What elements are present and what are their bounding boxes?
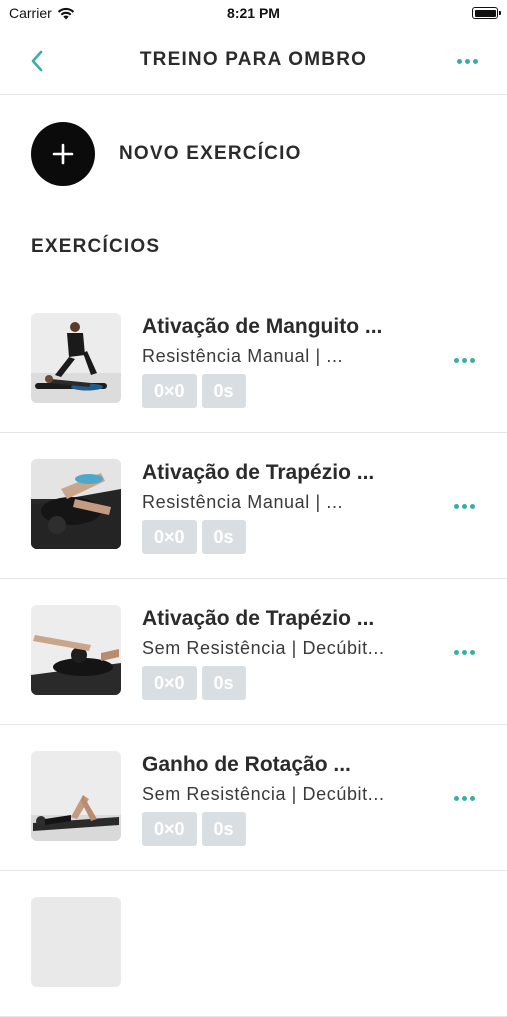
page-title: TREINO PARA OMBRO	[139, 49, 368, 70]
more-options-button[interactable]	[449, 48, 485, 74]
time-badge: 0s	[201, 374, 246, 408]
more-dots-icon	[453, 649, 459, 655]
exercise-badges: 0×0 0s	[142, 520, 246, 554]
sets-badge: 0×0	[142, 812, 197, 846]
exercise-more-button[interactable]	[447, 493, 481, 519]
exercise-thumbnail	[31, 313, 121, 403]
sets-badge: 0×0	[142, 666, 197, 700]
exercise-title: Ativação de Manguito ...	[142, 315, 383, 338]
exercise-item[interactable]: Ganho de Rotação ... Sem Resistência | D…	[0, 725, 507, 871]
exercise-title: Ganho de Rotação ...	[142, 753, 351, 776]
exercise-badges: 0×0 0s	[142, 812, 246, 846]
exercise-badges: 0×0 0s	[142, 666, 246, 700]
exercise-more-button[interactable]	[447, 347, 481, 373]
exercise-thumbnail	[31, 459, 121, 549]
exercise-subtitle: Resistência Manual | ...	[142, 492, 344, 512]
exercise-item[interactable]: Ativação de Manguito ... Resistência Man…	[0, 287, 507, 433]
exercise-item[interactable]: Ativação de Trapézio ... Sem Resistência…	[0, 579, 507, 725]
plus-icon	[31, 122, 95, 186]
exercise-title: Ativação de Trapézio ...	[142, 461, 375, 484]
add-exercise-button[interactable]: NOVO EXERCÍCIO	[31, 122, 302, 186]
time-badge: 0s	[201, 666, 246, 700]
exercise-item[interactable]: Ativação de Trapézio ... Resistência Man…	[0, 433, 507, 579]
exercise-thumbnail	[31, 897, 121, 987]
section-title: EXERCÍCIOS	[31, 236, 161, 257]
exercise-subtitle: Sem Resistência | Decúbit...	[142, 784, 385, 804]
exercise-subtitle: Sem Resistência | Decúbit...	[142, 638, 385, 658]
more-dots-icon	[453, 357, 459, 363]
exercise-badges: 0×0 0s	[142, 374, 246, 408]
status-bar: Carrier 8:21 PM	[0, 0, 507, 30]
exercise-thumbnail	[31, 605, 121, 695]
time-badge: 0s	[201, 812, 246, 846]
exercise-subtitle: Resistência Manual | ...	[142, 346, 344, 366]
sets-badge: 0×0	[142, 374, 197, 408]
add-exercise-label: NOVO EXERCÍCIO	[119, 143, 302, 164]
sets-badge: 0×0	[142, 520, 197, 554]
exercise-more-button[interactable]	[447, 639, 481, 665]
more-dots-icon	[453, 795, 459, 801]
exercise-list: Ativação de Manguito ... Resistência Man…	[0, 287, 507, 1017]
exercise-more-button[interactable]	[447, 785, 481, 811]
exercise-item-partial[interactable]	[0, 871, 507, 1017]
nav-bar: TREINO PARA OMBRO	[0, 30, 507, 95]
status-time: 8:21 PM	[227, 5, 280, 21]
more-dots-icon	[456, 58, 462, 64]
exercise-title: Ativação de Trapézio ...	[142, 607, 375, 630]
exercise-thumbnail	[31, 751, 121, 841]
more-dots-icon	[453, 503, 459, 509]
time-badge: 0s	[201, 520, 246, 554]
battery-icon	[472, 7, 501, 19]
